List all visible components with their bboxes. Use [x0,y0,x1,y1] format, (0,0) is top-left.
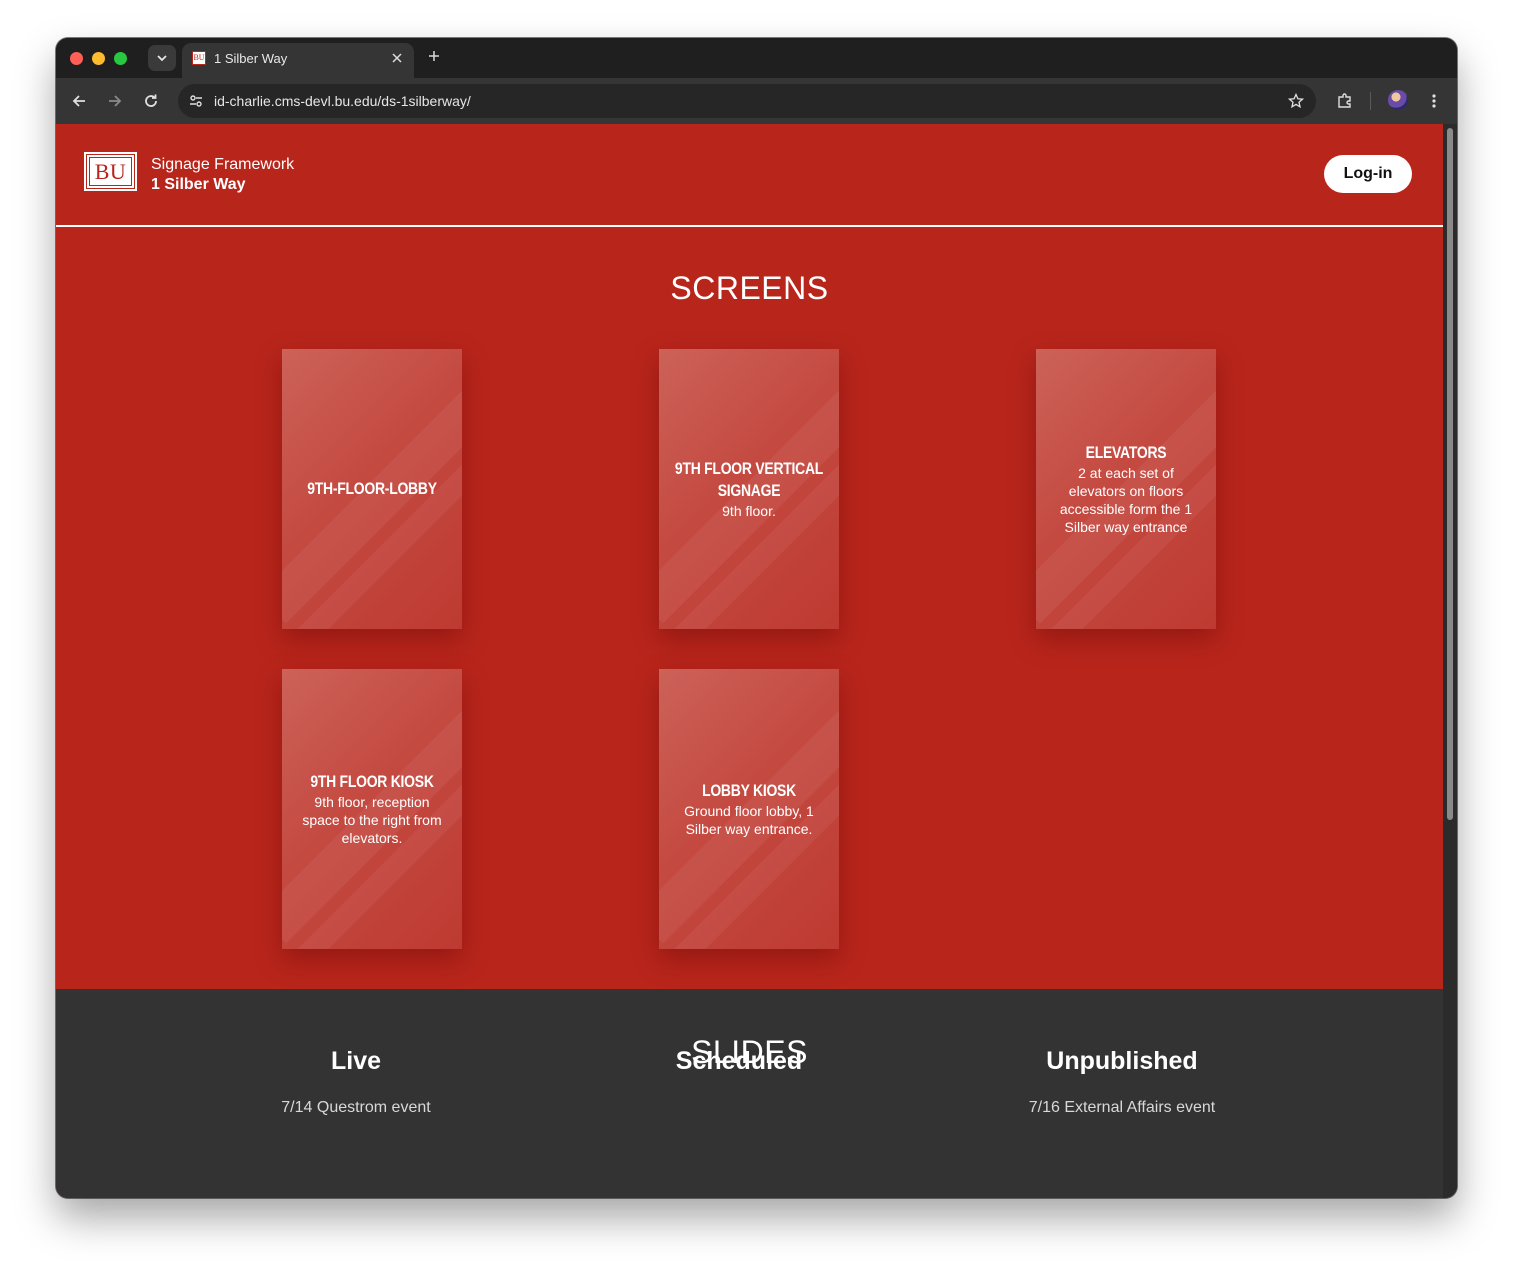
header-divider [56,225,1443,227]
extensions-button[interactable] [1334,90,1356,112]
profile-avatar[interactable] [1388,90,1408,110]
tab-close-button[interactable] [388,49,406,67]
login-button[interactable]: Log-in [1324,155,1412,193]
reload-button[interactable] [140,90,162,112]
toolbar-separator [1370,92,1371,110]
tune-icon [190,95,202,107]
slide-link[interactable]: 7/16 External Affairs event [972,1098,1272,1118]
menu-button[interactable] [1423,90,1445,112]
slide-link[interactable]: 7/14 Questrom event [206,1098,506,1118]
scheduled-column-title: Scheduled [675,1047,803,1075]
screen-card[interactable]: 9TH-FLOOR-LOBBY [282,349,462,629]
screen-card-description: Ground floor lobby, 1 Silber way entranc… [684,803,814,837]
screen-card[interactable]: 9TH FLOOR VERTICAL SIGNAGE 9th floor. [659,349,839,629]
tab-title: 1 Silber Way [214,51,288,66]
site-subtitle[interactable]: 1 Silber Way [151,175,246,195]
browser-tab[interactable]: BU 1 Silber Way [182,43,414,78]
screen-card-title: 9TH FLOOR VERTICAL SIGNAGE [674,459,824,500]
screen-card-title: LOBBY KIOSK [702,781,796,800]
forward-button[interactable] [104,90,126,112]
slides-section: SLIDES Live Scheduled Unpublished 7/14 Q… [56,989,1443,1198]
tab-strip: BU 1 Silber Way [56,38,1457,78]
screen-card-title: 9TH FLOOR KIOSK [310,772,434,791]
star-icon [1288,93,1304,109]
scrollbar[interactable] [1443,124,1457,1198]
screen-card-description: 9th floor, reception space to the right … [302,794,442,846]
back-button[interactable] [68,90,90,112]
screen-card[interactable]: ELEVATORS 2 at each set of elevators on … [1036,349,1216,629]
page-viewport: BU Signage Framework 1 Silber Way Log-in… [56,124,1443,1198]
logo-border [89,157,132,186]
minimize-window-button[interactable] [92,52,105,65]
close-icon [392,53,402,63]
site-header: BU Signage Framework 1 Silber Way Log-in [56,124,1443,227]
site-info-button[interactable] [186,91,206,111]
address-bar[interactable]: id-charlie.cms-devl.bu.edu/ds-1silberway… [178,84,1316,118]
bookmark-button[interactable] [1286,91,1306,111]
chevron-down-icon [157,55,167,62]
close-window-button[interactable] [70,52,83,65]
browser-toolbar: id-charlie.cms-devl.bu.edu/ds-1silberway… [56,78,1457,124]
screen-card[interactable]: 9TH FLOOR KIOSK 9th floor, reception spa… [282,669,462,949]
live-column-title: Live [330,1047,382,1075]
screens-heading: SCREENS [670,270,829,306]
browser-window: BU 1 Silber Way id-charlie.cms-devl.bu.e… [56,38,1457,1198]
tab-search-button[interactable] [148,45,176,71]
screen-card-description: 2 at each set of elevators on floors acc… [1059,465,1193,535]
url-text[interactable]: id-charlie.cms-devl.bu.edu/ds-1silberway… [214,93,471,109]
puzzle-icon [1338,93,1351,108]
scrollbar-thumb[interactable] [1447,128,1453,820]
screen-card-description: 9th floor. [722,503,776,519]
kebab-menu-icon [1432,94,1436,108]
arrow-left-icon [72,95,85,107]
unpublished-column-title: Unpublished [1046,1047,1198,1075]
screen-card-title: ELEVATORS [1085,443,1167,462]
screen-card-title: 9TH-FLOOR-LOBBY [307,479,437,498]
reload-icon [145,94,157,107]
site-name[interactable]: Signage Framework [151,155,294,175]
new-tab-button[interactable] [424,46,444,66]
bu-logo[interactable]: BU [84,152,137,191]
plus-icon [429,51,439,61]
screen-card[interactable]: LOBBY KIOSK Ground floor lobby, 1 Silber… [659,669,839,949]
arrow-right-icon [109,95,122,107]
maximize-window-button[interactable] [114,52,127,65]
bu-favicon-icon: BU [192,51,206,65]
